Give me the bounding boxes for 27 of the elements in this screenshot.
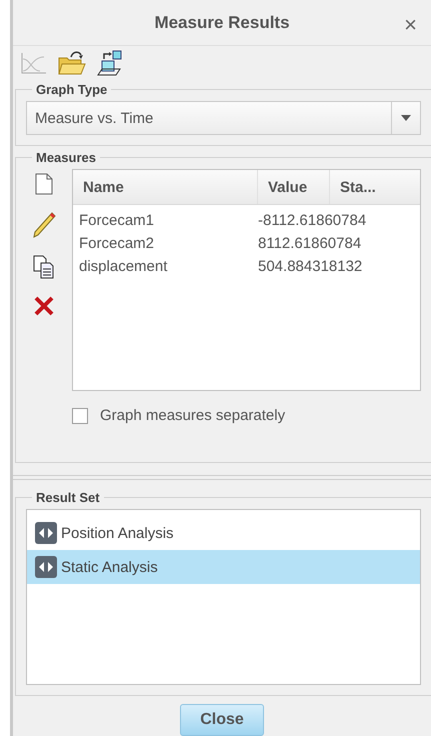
close-button[interactable]: ×	[402, 12, 419, 38]
new-document-icon[interactable]	[35, 173, 53, 196]
table-cell-text: displacement	[78, 258, 168, 276]
analysis-icon	[35, 522, 57, 544]
delete-icon[interactable]	[33, 295, 55, 318]
checkbox[interactable]	[72, 408, 88, 424]
analysis-icon	[35, 556, 57, 578]
list-item[interactable]: Position Analysis	[27, 516, 420, 550]
group-label: Graph Type	[35, 82, 108, 98]
table-cell: -8112.61860784	[258, 212, 366, 230]
column-header[interactable]: Value	[258, 170, 330, 204]
checkbox-label: Graph measures separately	[100, 407, 286, 424]
column-header[interactable]: Name	[73, 170, 258, 204]
group-label: Measures	[35, 150, 97, 166]
table-cell-text: Forcecam1	[78, 212, 156, 230]
window-title: Measure Results	[154, 12, 290, 33]
dropdown-arrow-icon	[401, 115, 411, 122]
table-cell: 8112.61860784	[258, 235, 362, 252]
table-cell-text: Forcecam2	[78, 235, 156, 252]
table-cell: 504.884318132	[258, 258, 362, 276]
list-item[interactable]: Static Analysis	[27, 550, 420, 584]
copy-icon[interactable]	[33, 255, 55, 280]
close-button[interactable]: Close	[180, 704, 264, 736]
pencil-icon[interactable]	[32, 211, 56, 240]
group-label: Result Set	[35, 490, 101, 505]
graph-type-dropdown[interactable]: Measure vs. Time	[26, 101, 421, 136]
column-header[interactable]: Sta...	[330, 170, 390, 204]
